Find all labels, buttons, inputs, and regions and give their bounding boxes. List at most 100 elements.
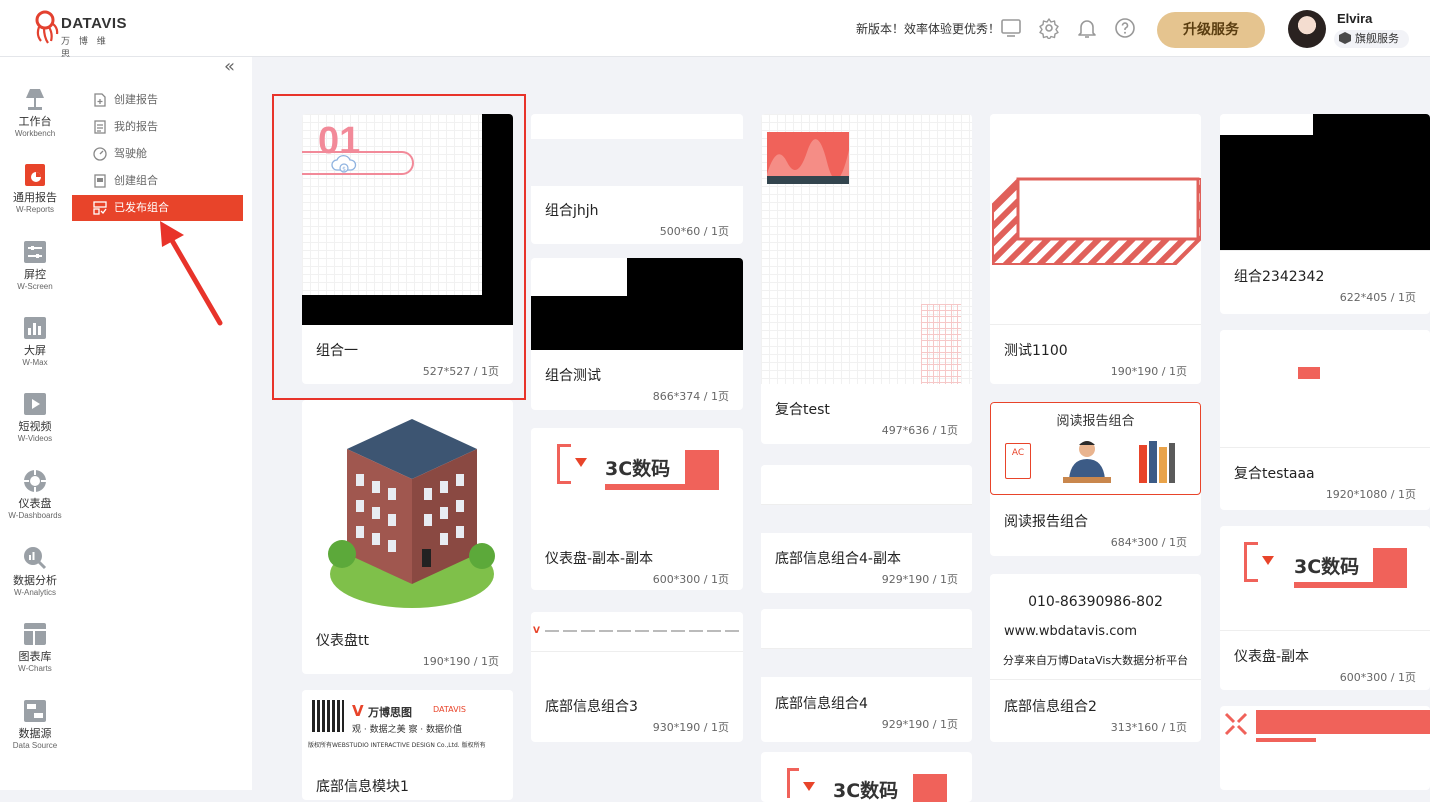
- card-thumbnail: [531, 114, 743, 186]
- group-card[interactable]: 底部信息组合4 929*190 / 1页: [761, 609, 972, 742]
- card-title: 组合测试: [545, 368, 601, 384]
- footer-copyright: 版权所有WEBSTUDIO INTERACTIVE DESIGN Co.,Ltd…: [308, 742, 486, 749]
- submenu-label: 驾驶舱: [114, 147, 147, 160]
- footer-brand-mark-icon: V: [352, 702, 364, 720]
- speedometer-icon: [93, 147, 107, 161]
- rail-item-screen[interactable]: 屏控 W-Screen: [0, 239, 70, 292]
- help-icon[interactable]: [1114, 17, 1136, 39]
- rail-label: 数据源: [18, 727, 52, 740]
- group-card[interactable]: V 万博思图 DATAVIS 观 · 数据之美 察 · 数据价值 版权所有WEB…: [302, 690, 513, 800]
- thumb-3c-label: 3C数码: [605, 458, 671, 480]
- submenu-published-groups[interactable]: 已发布组合: [72, 195, 243, 221]
- datavis-logo[interactable]: DATAVIS 万 博 维 思: [33, 9, 127, 60]
- footer-slogan: 观 · 数据之美 察 · 数据价值: [352, 725, 463, 735]
- rail-label: 图表库: [18, 650, 52, 663]
- rail-label: 数据分析: [13, 574, 57, 587]
- card-spacer: [761, 649, 972, 677]
- group-card[interactable]: 010-86390986-802 www.wbdatavis.com 分享来自万…: [990, 574, 1201, 742]
- card-title: 仪表盘-副本-副本: [545, 551, 654, 567]
- card-title: 复合testaaa: [1234, 466, 1315, 482]
- footer-mini-text: [545, 630, 741, 632]
- rail-item-reports[interactable]: 通用报告 W-Reports: [0, 162, 70, 215]
- rail-item-data-source[interactable]: 数据源 Data Source: [0, 698, 70, 751]
- logo-text: DATAVIS: [61, 15, 127, 32]
- new-document-icon: [94, 93, 106, 107]
- qr-code-icon: [312, 700, 344, 732]
- rail-label: 大屏: [24, 344, 46, 357]
- corner-marks-icon: [1224, 712, 1248, 736]
- group-card[interactable]: V 底部信息组合3 930*190 / 1页: [531, 612, 743, 742]
- rail-label: 短视频: [18, 420, 52, 433]
- card-title: 底部信息组合4-副本: [775, 551, 901, 567]
- triangle-marker-icon: [1262, 556, 1274, 565]
- group-card[interactable]: 阅读报告组合 AC 阅读报告组合 684*300 / 1页: [990, 402, 1201, 556]
- rail-label: 仪表盘: [18, 497, 52, 510]
- bell-icon[interactable]: [1076, 17, 1098, 39]
- rail-sublabel: W-Charts: [18, 664, 52, 673]
- submenu-create-group[interactable]: 创建组合: [72, 168, 243, 194]
- version-notice[interactable]: 新版本！效率体验更优秀！: [856, 20, 1000, 37]
- rail-label: 工作台: [18, 115, 52, 128]
- card-title: 底部信息模块1: [316, 779, 409, 795]
- upgrade-button[interactable]: 升级服务: [1157, 12, 1265, 48]
- collapse-double-chevron-icon[interactable]: «: [224, 56, 235, 77]
- rail-sublabel: W-Analytics: [13, 588, 57, 597]
- card-thumbnail: [990, 114, 1201, 325]
- thumb-black-bar: [302, 295, 513, 325]
- report-icon: [25, 164, 45, 186]
- gear-icon[interactable]: [1038, 17, 1060, 39]
- bracket-shape: [787, 768, 799, 798]
- submenu-cockpit[interactable]: 驾驶舱: [72, 141, 243, 167]
- group-card[interactable]: [1220, 706, 1430, 790]
- bracket-shape: [1244, 542, 1258, 582]
- bar-chart-icon: [24, 317, 46, 339]
- monitor-icon[interactable]: [1000, 17, 1022, 39]
- rail-sublabel: Data Source: [12, 741, 58, 750]
- card-thumbnail: 01 $: [302, 114, 513, 325]
- group-card[interactable]: 01 $ 组合一 527*527 / 1页: [302, 114, 513, 384]
- user-name[interactable]: Elvira: [1337, 11, 1372, 26]
- rail-sublabel: W-Dashboards: [8, 511, 62, 520]
- group-card[interactable]: 组合2342342 622*405 / 1页: [1220, 114, 1430, 314]
- card-thumbnail: 010-86390986-802 www.wbdatavis.com 分享来自万…: [990, 574, 1201, 680]
- rail-item-charts[interactable]: 图表库 W-Charts: [0, 621, 70, 674]
- card-thumbnail: 阅读报告组合 AC: [990, 402, 1201, 495]
- card-thumbnail: [531, 258, 743, 350]
- contact-phone: 010-86390986-802: [1028, 594, 1163, 610]
- group-card[interactable]: 仪表盘tt 190*190 / 1页: [302, 400, 513, 674]
- contact-website: www.wbdatavis.com: [1004, 624, 1137, 639]
- group-card[interactable]: 组合测试 866*374 / 1页: [531, 258, 743, 410]
- submenu-label: 我的报告: [114, 120, 158, 133]
- group-card[interactable]: 组合jhjh 500*60 / 1页: [531, 114, 743, 244]
- card-spacer: [761, 505, 972, 533]
- thumb-3c-label: 3C数码: [1294, 556, 1360, 578]
- avatar[interactable]: [1288, 10, 1326, 48]
- submenu-create-report[interactable]: 创建报告: [72, 87, 243, 113]
- sliders-icon: [24, 241, 46, 263]
- card-title: 复合test: [775, 402, 830, 418]
- card-meta: 929*190 / 1页: [881, 718, 958, 731]
- svg-text:$: $: [342, 166, 346, 173]
- group-card[interactable]: 复合testaaa 1920*1080 / 1页: [1220, 330, 1430, 510]
- thumb-bar: [1294, 582, 1407, 588]
- submenu-my-reports[interactable]: 我的报告: [72, 114, 243, 140]
- group-card[interactable]: 3C数码 仪表盘-副本 600*300 / 1页: [1220, 526, 1430, 690]
- dial-icon: [24, 470, 46, 492]
- rail-item-analytics[interactable]: 数据分析 W-Analytics: [0, 545, 70, 598]
- card-thumbnail: [1220, 330, 1430, 448]
- rail-item-dashboards[interactable]: 仪表盘 W-Dashboards: [0, 468, 70, 521]
- rail-label: 屏控: [24, 268, 46, 281]
- card-thumbnail: [761, 114, 972, 384]
- share-caption: 分享来自万博DataVis大数据分析平台: [1002, 654, 1189, 667]
- rail-item-videos[interactable]: 短视频 W-Videos: [0, 391, 70, 444]
- group-card[interactable]: 复合test 497*636 / 1页: [761, 114, 972, 444]
- book-badge: AC: [1005, 443, 1031, 479]
- group-card[interactable]: 测试1100 190*190 / 1页: [990, 114, 1201, 384]
- group-card[interactable]: 底部信息组合4-副本 929*190 / 1页: [761, 465, 972, 593]
- rail-item-max[interactable]: 大屏 W-Max: [0, 315, 70, 368]
- group-card[interactable]: 3C数码 仪表盘-副本-副本 600*300 / 1页: [531, 428, 743, 590]
- group-card[interactable]: 3C数码: [761, 752, 972, 802]
- rail-item-workbench[interactable]: 工作台 Workbench: [0, 86, 70, 139]
- submenu-label: 创建组合: [114, 174, 158, 187]
- triangle-marker-icon: [575, 458, 587, 467]
